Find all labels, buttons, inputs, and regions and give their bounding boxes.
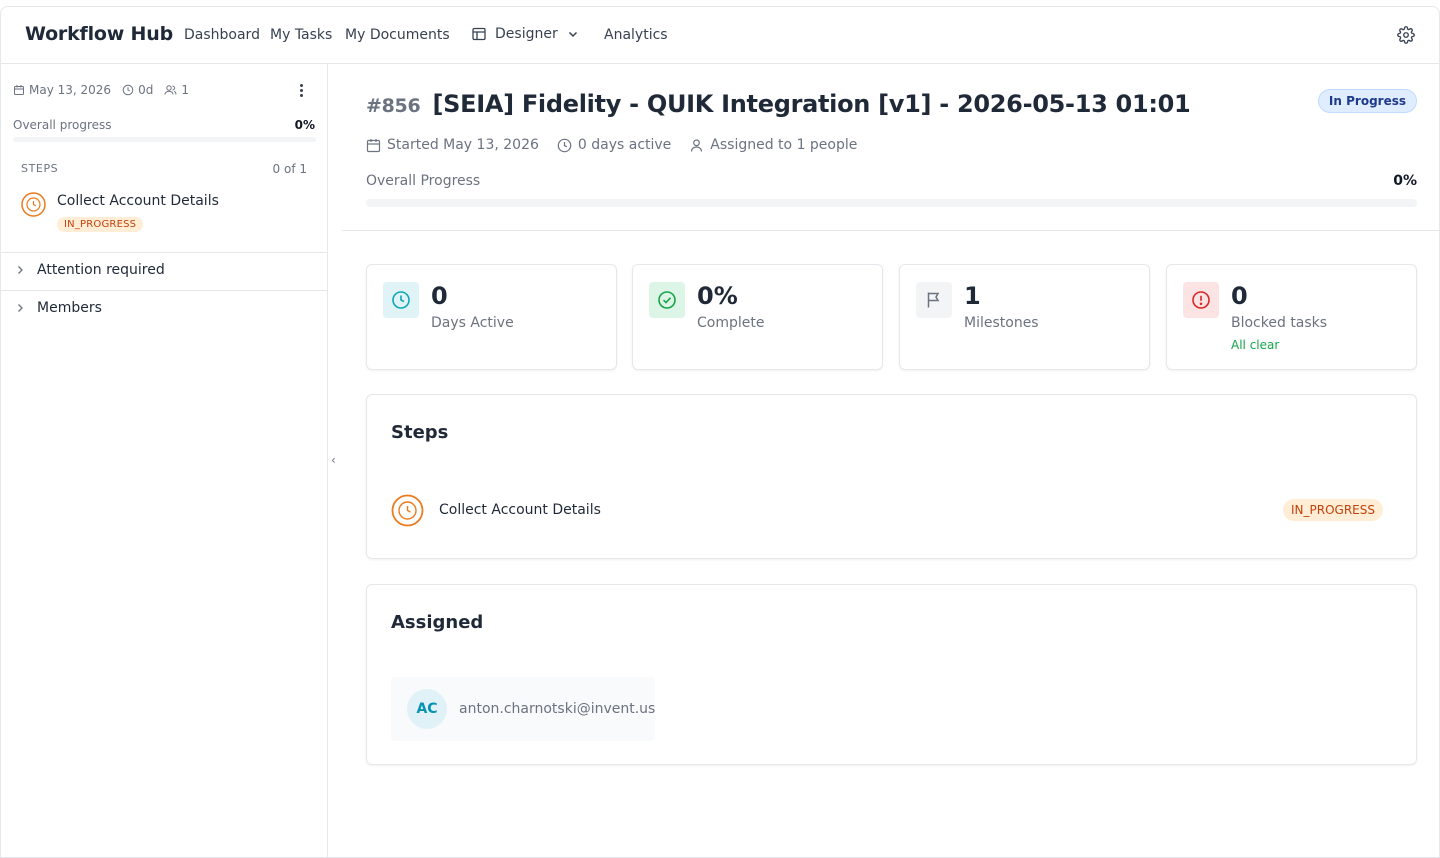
clock-icon: [557, 138, 572, 152]
user-icon: [691, 138, 703, 152]
sidebar-step-title: Collect Account Details: [57, 193, 219, 209]
users-icon: [164, 85, 177, 95]
days-active-text: 0 days active: [577, 137, 672, 153]
app-window: Workflow Hub Dashboard My Tasks My Docum…: [0, 6, 1440, 858]
sidebar-steps-count: 0 of 1: [272, 162, 307, 176]
stat-label: Complete: [697, 315, 765, 331]
app-title: Workflow Hub: [25, 23, 173, 45]
assigned-panel: Assigned AC anton.charnotski@invent.us: [366, 584, 1417, 765]
accordion-attention-required[interactable]: Attention required: [15, 262, 165, 278]
page-title: #856 [SEIA] Fidelity - QUIK Integration …: [366, 90, 1191, 118]
overall-progress-label: Overall Progress: [366, 173, 481, 189]
nav-my-tasks[interactable]: My Tasks: [270, 27, 332, 43]
sidebar-step-status-badge: IN_PROGRESS: [57, 217, 144, 232]
sidebar-progress-bar: [13, 137, 316, 142]
top-nav: Workflow Hub Dashboard My Tasks My Docum…: [1, 7, 1439, 64]
chevron-down-icon: [568, 31, 577, 38]
assigned-panel-title: Assigned: [391, 612, 484, 633]
step-row[interactable]: Collect Account Details IN_PROGRESS: [391, 494, 1383, 528]
step-status-badge: IN_PROGRESS: [1283, 499, 1383, 521]
stat-label: Days Active: [431, 315, 514, 331]
in-progress-clock-icon: [21, 192, 46, 217]
collapse-sidebar-icon[interactable]: ‹: [331, 453, 336, 467]
workflow-title: [SEIA] Fidelity - QUIK Integration [v1] …: [432, 90, 1191, 118]
sidebar-duration-text: 0d: [138, 83, 154, 97]
gear-icon[interactable]: [1397, 26, 1415, 44]
nav-dashboard[interactable]: Dashboard: [184, 27, 260, 43]
sidebar-progress-label: Overall progress: [13, 118, 112, 132]
calendar-icon: [14, 85, 24, 95]
accordion-members-label: Members: [37, 300, 102, 316]
sidebar-duration: 0d: [122, 83, 153, 97]
sidebar-members-text: 1: [181, 83, 189, 97]
assigned-text: Assigned to 1 people: [710, 137, 858, 153]
nav-designer-dropdown[interactable]: Designer: [471, 26, 580, 42]
overall-progress-bar: [366, 199, 1417, 207]
sidebar-divider: [1, 252, 328, 253]
stat-label: Milestones: [964, 315, 1039, 331]
sidebar-date-text: May 13, 2026: [29, 83, 112, 97]
stat-value: 1: [964, 282, 981, 310]
alert-circle-icon: [1183, 282, 1219, 318]
header-meta: Started May 13, 2026 0 days active Assig…: [366, 137, 857, 153]
stat-card-blocked: 0 Blocked tasks All clear: [1166, 264, 1417, 370]
assigned-meta: Assigned to 1 people: [689, 137, 857, 153]
sidebar-date: May 13, 2026: [13, 83, 111, 97]
chevron-right-icon: [18, 304, 23, 312]
sidebar-divider: [1, 290, 328, 291]
sidebar-members-count: 1: [164, 83, 189, 97]
stat-sub-label: All clear: [1231, 338, 1280, 352]
accordion-members[interactable]: Members: [15, 300, 102, 316]
days-active-meta: 0 days active: [557, 137, 671, 153]
step-title: Collect Account Details: [439, 502, 601, 518]
stat-value: 0: [1231, 282, 1248, 310]
sidebar-steps-heading: STEPS: [21, 162, 59, 175]
nav-analytics[interactable]: Analytics: [604, 27, 668, 43]
sidebar-meta: May 13, 2026 0d 1: [13, 83, 200, 97]
sidebar: May 13, 2026 0d 1 Overall progress 0% ST…: [1, 64, 328, 857]
main-content: ‹ #856 [SEIA] Fidelity - QUIK Integratio…: [329, 64, 1439, 857]
header-divider: [342, 230, 1439, 231]
started-text: Started May 13, 2026: [387, 137, 539, 153]
clock-icon: [383, 282, 419, 318]
stat-card-milestones: 1 Milestones: [899, 264, 1150, 370]
overall-progress-value: 0%: [1393, 173, 1417, 189]
stat-card-complete: 0% Complete: [632, 264, 883, 370]
started-meta: Started May 13, 2026: [366, 137, 539, 153]
sidebar-step-item[interactable]: Collect Account Details IN_PROGRESS: [21, 189, 311, 239]
chevron-right-icon: [18, 266, 23, 274]
in-progress-clock-icon: [391, 494, 424, 527]
stat-label: Blocked tasks: [1231, 315, 1328, 331]
assignee-chip[interactable]: AC anton.charnotski@invent.us: [391, 677, 655, 741]
status-badge: In Progress: [1317, 89, 1417, 113]
clock-icon: [122, 84, 134, 96]
avatar: AC: [407, 689, 447, 729]
assignee-email: anton.charnotski@invent.us: [459, 701, 656, 717]
layout-icon: [472, 27, 486, 41]
stat-value: 0: [431, 282, 448, 310]
nav-my-documents[interactable]: My Documents: [345, 27, 450, 43]
accordion-attention-label: Attention required: [37, 262, 165, 278]
flag-icon: [916, 282, 952, 318]
more-options-icon[interactable]: [295, 81, 307, 99]
calendar-icon: [366, 138, 381, 152]
check-circle-icon: [649, 282, 685, 318]
steps-panel-title: Steps: [391, 422, 449, 443]
nav-designer-label: Designer: [495, 26, 558, 42]
steps-panel: Steps Collect Account Details IN_PROGRES…: [366, 394, 1417, 559]
stat-value: 0%: [697, 282, 738, 310]
workflow-number: #856: [366, 95, 421, 117]
sidebar-progress-value: 0%: [294, 118, 315, 132]
stat-card-days-active: 0 Days Active: [366, 264, 617, 370]
